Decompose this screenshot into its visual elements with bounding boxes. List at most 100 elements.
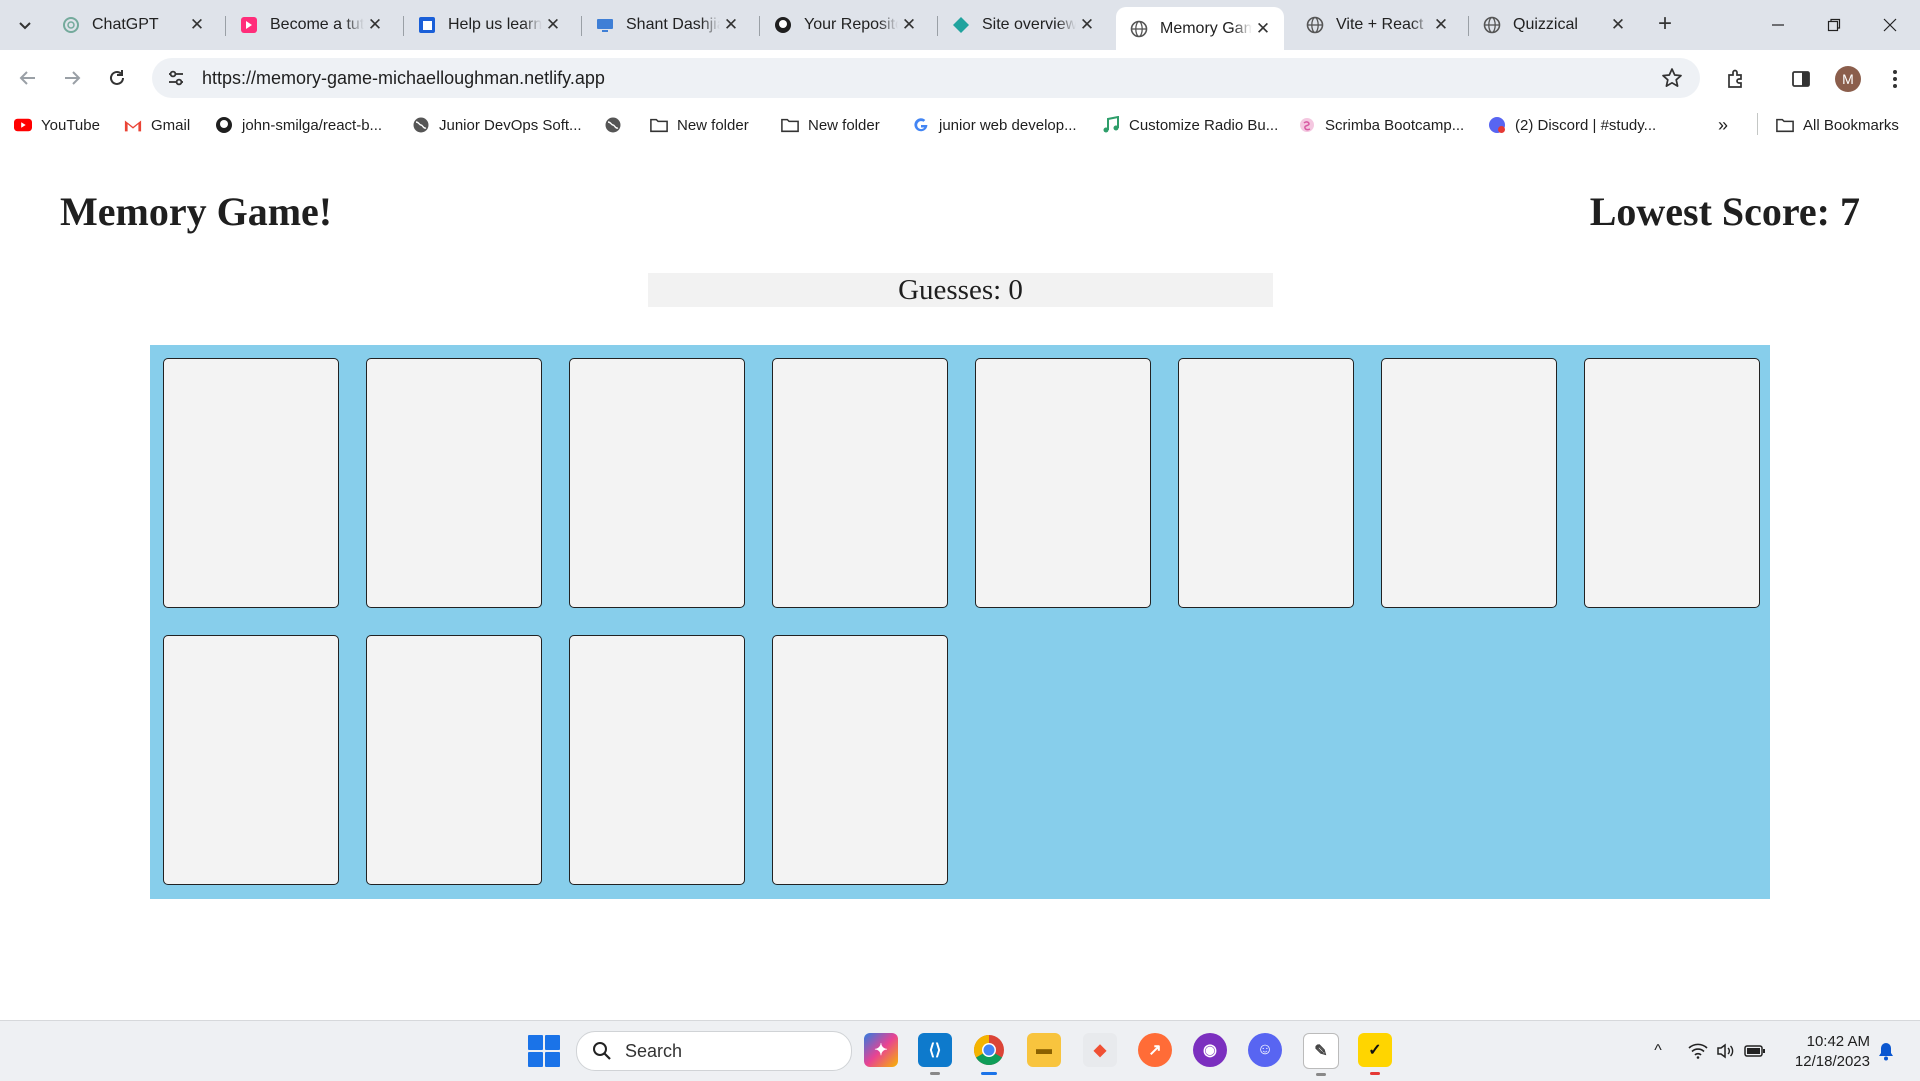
puzzle-icon: [1728, 69, 1742, 88]
bookmark-star-icon[interactable]: [1658, 64, 1686, 92]
memory-card[interactable]: [1584, 358, 1760, 608]
bookmark-globe[interactable]: [604, 114, 631, 136]
close-icon[interactable]: ✕: [186, 14, 208, 36]
volume-icon[interactable]: [1714, 1039, 1738, 1063]
tab-preply[interactable]: Become a tut ✕: [226, 7, 396, 43]
close-icon: [1883, 18, 1897, 32]
github-desktop-icon[interactable]: ◉: [1193, 1033, 1227, 1067]
bookmarks-overflow-button[interactable]: »: [1718, 114, 1728, 136]
bookmark-junior-devops[interactable]: Junior DevOps Soft...: [412, 114, 582, 136]
copilot-icon[interactable]: ✦: [864, 1033, 898, 1067]
bookmark-youtube[interactable]: YouTube: [14, 114, 100, 136]
close-icon[interactable]: ✕: [1430, 14, 1452, 36]
bookmark-discord[interactable]: (2) Discord | #study...: [1488, 114, 1656, 136]
bookmark-new-folder-1[interactable]: New folder: [650, 114, 749, 136]
bookmark-new-folder-2[interactable]: New folder: [781, 114, 880, 136]
taskbar-search[interactable]: Search: [576, 1031, 852, 1071]
tab-memory-game[interactable]: Memory Gam ✕: [1116, 7, 1284, 50]
bookmark-scrimba[interactable]: Scrimba Bootcamp...: [1298, 114, 1464, 136]
globe-icon: [604, 116, 622, 134]
memory-card[interactable]: [772, 358, 948, 608]
menu-button[interactable]: [1880, 64, 1910, 94]
file-explorer-icon[interactable]: ▬: [1027, 1033, 1061, 1067]
monitor-icon: [596, 16, 614, 34]
reload-button[interactable]: [101, 62, 133, 94]
tab-title: Become a tut: [270, 16, 364, 33]
tab-title: ChatGPT: [92, 16, 159, 33]
side-panel-button[interactable]: [1786, 64, 1816, 94]
memory-card[interactable]: [975, 358, 1151, 608]
chevron-up-icon[interactable]: ^: [1646, 1039, 1670, 1063]
restore-icon: [1827, 18, 1841, 32]
all-bookmarks-button[interactable]: All Bookmarks: [1776, 114, 1899, 136]
bookmark-customize-radio[interactable]: Customize Radio Bu...: [1102, 114, 1278, 136]
memory-card[interactable]: [1178, 358, 1354, 608]
memory-card[interactable]: [569, 358, 745, 608]
tab-shant[interactable]: Shant Dashjia ✕: [582, 7, 752, 43]
discord-icon[interactable]: ☺: [1248, 1033, 1282, 1067]
memory-card[interactable]: [772, 635, 948, 885]
norton-icon[interactable]: ✓: [1358, 1033, 1392, 1075]
folder-icon: [781, 116, 799, 134]
memory-card[interactable]: [366, 635, 542, 885]
new-tab-button[interactable]: +: [1652, 12, 1678, 38]
notepad-icon[interactable]: ✎: [1303, 1033, 1339, 1076]
forward-button[interactable]: [56, 62, 88, 94]
bookmark-label: (2) Discord | #study...: [1515, 116, 1657, 134]
close-icon[interactable]: ✕: [364, 14, 386, 36]
memory-card[interactable]: [569, 635, 745, 885]
tab-vite-react[interactable]: Vite + React ✕: [1292, 7, 1462, 43]
memory-card[interactable]: [1381, 358, 1557, 608]
tab-help-us-learn[interactable]: Help us learn ✕: [404, 7, 574, 43]
page-title: Memory Game!: [60, 189, 333, 234]
close-icon[interactable]: ✕: [1607, 14, 1629, 36]
bookmark-john-smilga[interactable]: john-smilga/react-b...: [215, 114, 382, 136]
search-icon: [591, 1040, 613, 1062]
tab-quizzical[interactable]: Quizzical ✕: [1469, 7, 1639, 43]
close-icon[interactable]: ✕: [542, 14, 564, 36]
extensions-button[interactable]: [1721, 64, 1751, 94]
bookmark-label: Junior DevOps Soft...: [439, 116, 582, 134]
minimize-button[interactable]: [1758, 10, 1798, 40]
notification-bell-icon[interactable]: [1874, 1039, 1898, 1063]
git-icon[interactable]: ◆: [1083, 1033, 1117, 1067]
tab-repositories[interactable]: Your Reposito ✕: [760, 7, 930, 43]
tab-search-button[interactable]: [10, 10, 40, 40]
minimize-icon: [1772, 24, 1784, 26]
card-board: [150, 345, 1770, 899]
back-button[interactable]: [12, 62, 44, 94]
address-bar[interactable]: https://memory-game-michaelloughman.netl…: [152, 58, 1700, 98]
memory-card[interactable]: [366, 358, 542, 608]
battery-icon[interactable]: [1743, 1039, 1767, 1063]
vscode-icon[interactable]: ⟨⟩: [918, 1033, 952, 1075]
chrome-icon[interactable]: [972, 1033, 1006, 1075]
system-clock[interactable]: 10:42 AM 12/18/2023: [1786, 1032, 1870, 1072]
globe-icon: [1130, 20, 1148, 38]
tab-strip: ChatGPT ✕ Become a tut ✕ Help us learn ✕…: [0, 0, 1920, 50]
close-icon[interactable]: ✕: [1076, 14, 1098, 36]
site-settings-icon[interactable]: [164, 66, 188, 90]
tab-site-overview[interactable]: Site overview ✕: [938, 7, 1108, 43]
search-placeholder: Search: [625, 1040, 683, 1061]
close-window-button[interactable]: [1870, 10, 1910, 40]
side-panel-icon: [1792, 71, 1810, 87]
restore-button[interactable]: [1814, 10, 1854, 40]
memory-card[interactable]: [163, 358, 339, 608]
close-icon[interactable]: ✕: [1252, 18, 1274, 40]
start-button[interactable]: [528, 1035, 560, 1067]
guesses-counter: Guesses: 0: [648, 273, 1273, 307]
url-text[interactable]: https://memory-game-michaelloughman.netl…: [202, 68, 1658, 89]
bookmark-junior-web-dev[interactable]: junior web develop...: [912, 114, 1077, 136]
close-icon[interactable]: ✕: [720, 14, 742, 36]
profile-avatar[interactable]: M: [1835, 66, 1861, 92]
bookmark-gmail[interactable]: Gmail: [124, 114, 190, 136]
more-vertical-icon: [1893, 70, 1897, 88]
postman-icon[interactable]: ↗: [1138, 1033, 1172, 1067]
wifi-icon[interactable]: [1686, 1039, 1710, 1063]
discord-icon: [1488, 116, 1506, 134]
close-icon[interactable]: ✕: [898, 14, 920, 36]
tab-chatgpt[interactable]: ChatGPT ✕: [48, 7, 218, 43]
folder-icon: [1776, 116, 1794, 134]
lowest-score: Lowest Score: 7: [1589, 189, 1860, 234]
memory-card[interactable]: [163, 635, 339, 885]
